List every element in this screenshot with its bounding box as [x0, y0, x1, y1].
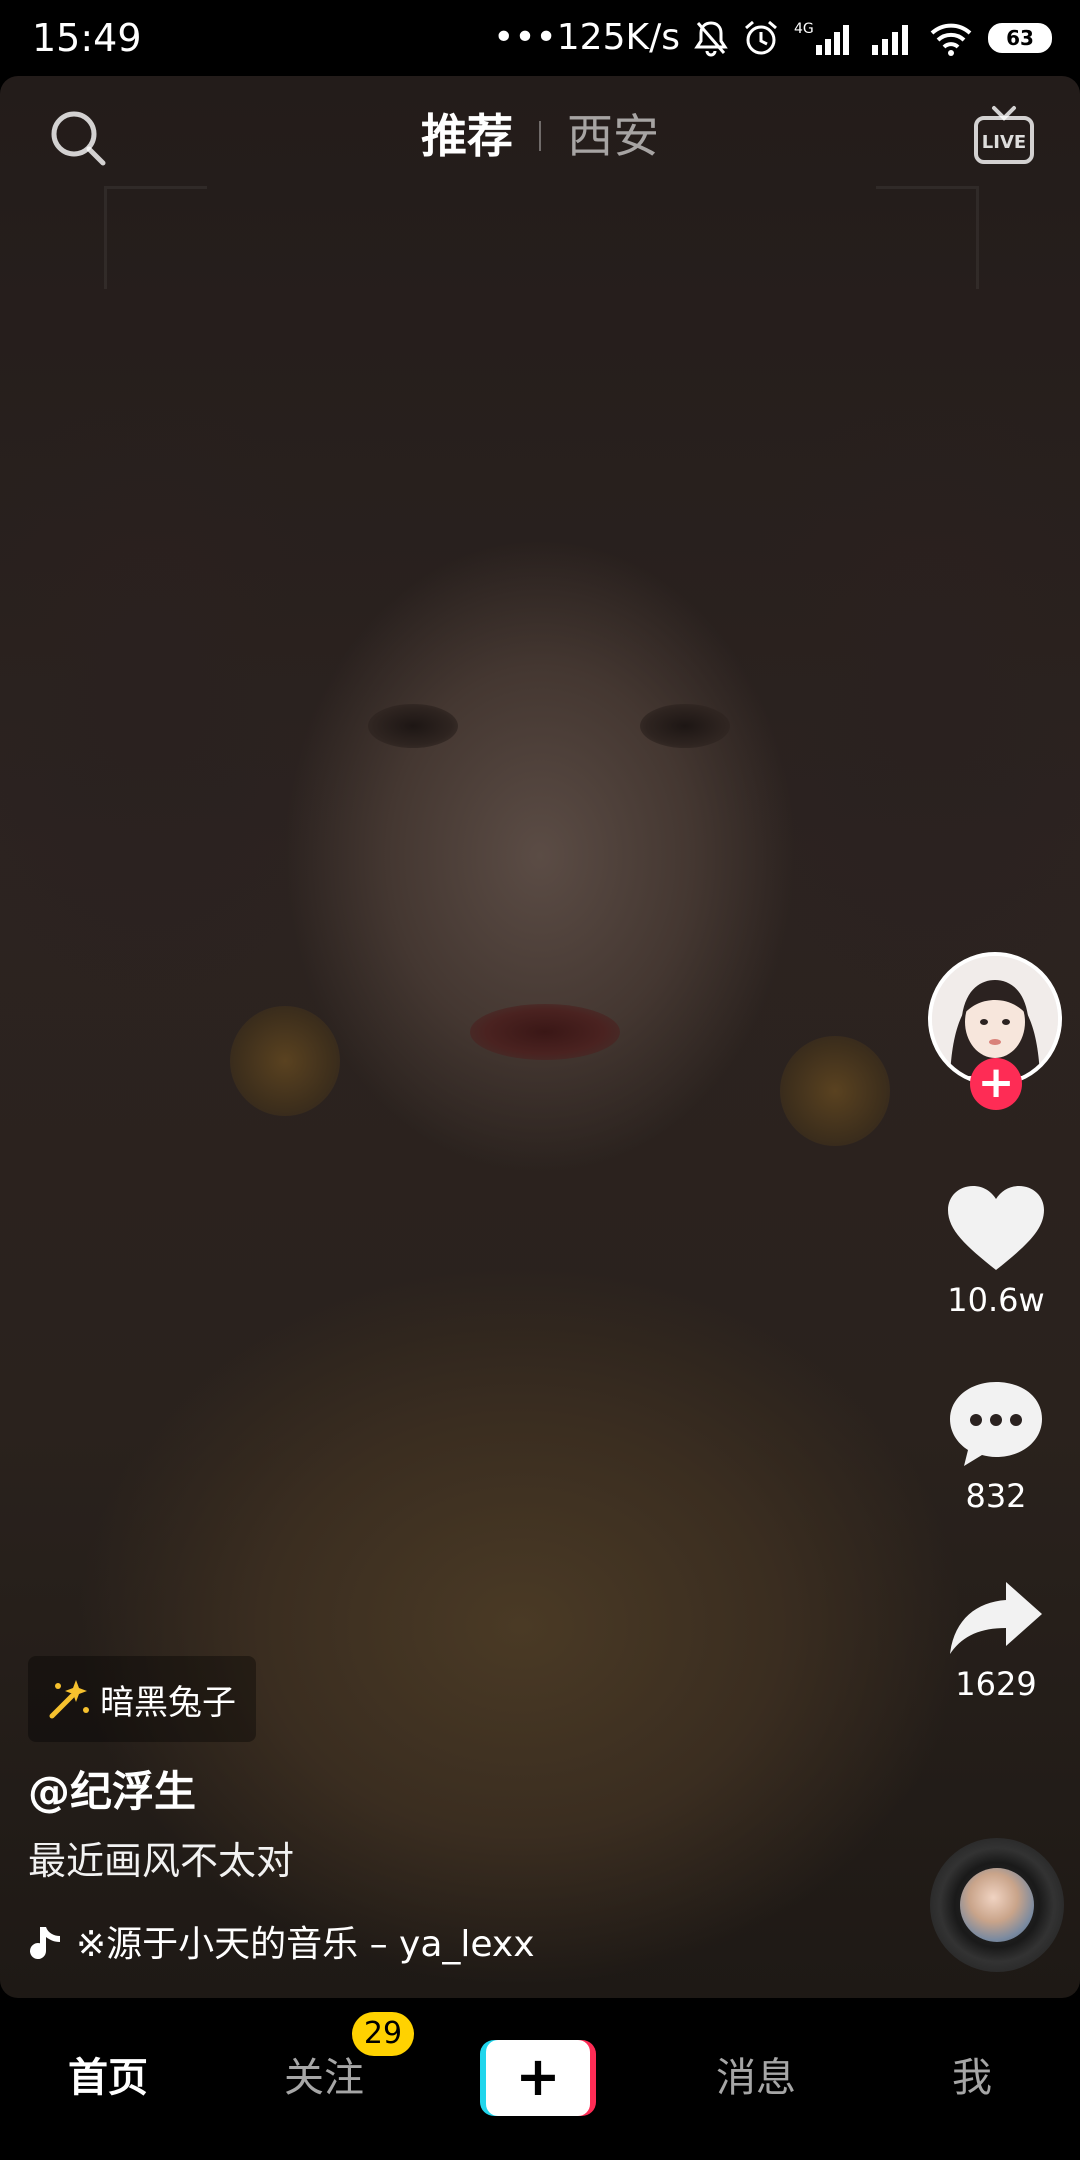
- share-action[interactable]: 1629: [900, 1578, 1080, 1704]
- status-time: 15:49: [32, 16, 142, 60]
- music-title: ※源于小天的音乐 – ya_lexx: [76, 1924, 535, 1965]
- share-arrow-icon[interactable]: [946, 1578, 1046, 1658]
- network-speed: •••125K/s: [493, 17, 680, 58]
- author-handle[interactable]: @纪浮生: [28, 1764, 196, 1820]
- plus-icon[interactable]: +: [486, 2040, 590, 2116]
- cellular-signal-icon: [870, 19, 914, 57]
- video-frame-corner: [104, 186, 207, 289]
- tab-recommend[interactable]: 推荐: [421, 100, 513, 172]
- video-caption: 最近画风不太对: [28, 1839, 295, 1883]
- follow-button[interactable]: +: [970, 1058, 1022, 1110]
- tab-following[interactable]: 关注: [244, 2048, 404, 2108]
- search-icon[interactable]: [48, 108, 108, 168]
- video-eye-right: [640, 704, 730, 748]
- live-tv-icon[interactable]: LIVE: [972, 104, 1036, 168]
- music-note-icon: [30, 1927, 60, 1960]
- status-bar: 15:49 •••125K/s 4G 63: [0, 0, 1080, 76]
- music-cover: [960, 1868, 1034, 1942]
- following-badge: 29: [352, 2012, 414, 2056]
- tab-messages[interactable]: 消息: [676, 2048, 836, 2108]
- video-lips: [470, 1004, 620, 1060]
- svg-text:4G: 4G: [794, 21, 814, 37]
- app-screen: 15:49 •••125K/s 4G 63 推荐 西安 LIVE + 10.6w…: [0, 0, 1080, 2160]
- status-icons: •••125K/s 4G 63: [493, 14, 1052, 62]
- wifi-icon: [928, 19, 974, 57]
- video-frame-corner: [876, 186, 979, 289]
- share-count: 1629: [955, 1665, 1037, 1703]
- cellular-4g-icon: 4G: [794, 19, 856, 57]
- creator-avatar[interactable]: +: [928, 952, 1062, 1110]
- comment-count: 832: [965, 1477, 1027, 1515]
- svg-text:LIVE: LIVE: [982, 132, 1026, 153]
- tab-home[interactable]: 首页: [28, 2048, 188, 2108]
- tab-local-city[interactable]: 西安: [567, 100, 659, 172]
- comment-action[interactable]: 832: [900, 1378, 1080, 1516]
- heart-icon[interactable]: [946, 1184, 1046, 1274]
- tab-me[interactable]: 我: [892, 2048, 1052, 2108]
- comment-icon[interactable]: [946, 1378, 1046, 1470]
- video-earring-right: [780, 1036, 890, 1146]
- bottom-tab-bar: 首页 关注 29 + 消息 我: [0, 1998, 1080, 2160]
- effect-name: 暗黑兔子: [100, 1682, 236, 1723]
- magic-wand-icon: [49, 1680, 89, 1719]
- like-count: 10.6w: [947, 1281, 1045, 1319]
- create-button[interactable]: +: [480, 2040, 596, 2116]
- mute-bell-icon: [694, 19, 728, 57]
- video-earring-left: [230, 1006, 340, 1116]
- effect-tag[interactable]: 暗黑兔子: [28, 1656, 256, 1742]
- like-action[interactable]: 10.6w: [900, 1184, 1080, 1320]
- battery-indicator: 63: [988, 23, 1052, 53]
- alarm-icon: [742, 19, 780, 57]
- video-eye-left: [368, 704, 458, 748]
- music-info[interactable]: ※源于小天的音乐 – ya_lexx: [28, 1920, 556, 1970]
- music-disc[interactable]: [930, 1838, 1064, 1972]
